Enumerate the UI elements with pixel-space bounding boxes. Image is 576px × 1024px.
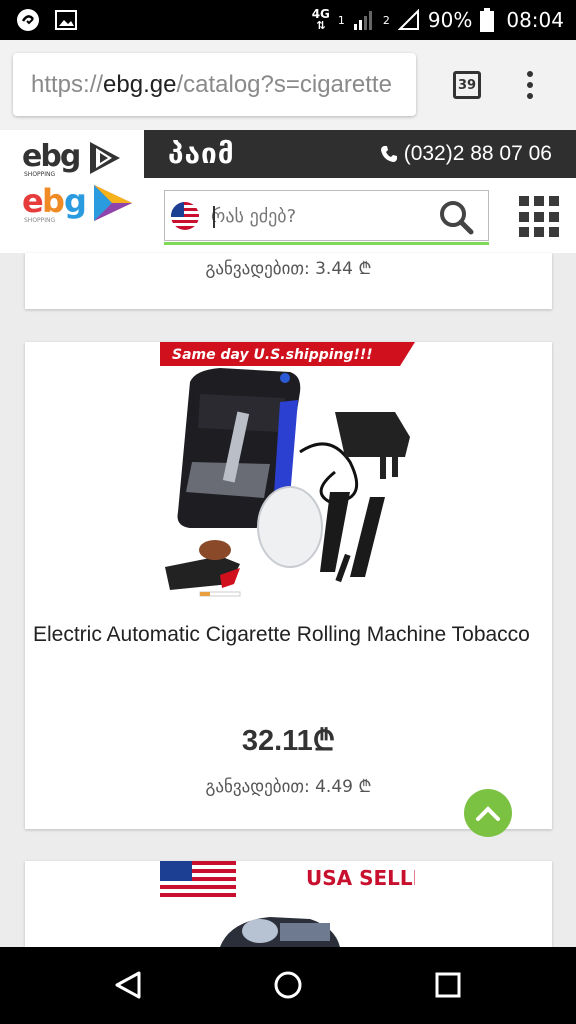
search-underline: [164, 242, 489, 245]
us-flag-icon[interactable]: [171, 202, 199, 230]
installment-price: განვადებით: 3.44 ₾: [205, 259, 372, 279]
back-triangle-icon: [115, 971, 141, 999]
phone-number: (032)2 88 07 06: [403, 142, 552, 165]
gallery-icon: [54, 8, 78, 32]
url-path: /catalog?s=cigarette: [176, 70, 392, 98]
battery-percent: 90%: [427, 8, 473, 32]
tab-switcher-button[interactable]: 39: [453, 71, 481, 99]
scroll-to-top-button[interactable]: [464, 789, 512, 837]
phone-link[interactable]: (032)2 88 07 06: [380, 142, 552, 166]
product-card[interactable]: USA SELLER: [25, 861, 552, 947]
menu-dot: [527, 93, 533, 99]
url-host: ebg.ge: [103, 70, 177, 98]
sync-app-icon: [16, 8, 40, 32]
signal-icon: [353, 11, 372, 30]
svg-text:SHOPPING: SHOPPING: [24, 171, 56, 178]
site-header: ebg SHOPPING e b g SHOPPING პაიმ (032)2 …: [0, 130, 576, 253]
home-circle-icon: [274, 971, 302, 999]
categories-grid-icon[interactable]: [519, 196, 561, 238]
svg-text:e: e: [22, 182, 43, 220]
back-button[interactable]: [110, 967, 146, 1003]
clock: 08:04: [506, 8, 564, 32]
svg-text:ebg: ebg: [22, 139, 79, 174]
menu-dot: [527, 82, 533, 88]
svg-text:SHOPPING: SHOPPING: [24, 217, 56, 224]
android-nav-bar: [0, 947, 576, 1024]
sim2-label: 2: [382, 13, 390, 27]
recents-button[interactable]: [430, 967, 466, 1003]
search-icon[interactable]: [438, 199, 474, 235]
menu-dot: [527, 71, 533, 77]
network-type-indicator: 4G ⇅: [311, 7, 330, 32]
product-image[interactable]: USA SELLER: [160, 861, 415, 947]
text-caret: [213, 206, 215, 228]
battery-icon: [480, 8, 495, 32]
ebg-logo-dark[interactable]: ebg SHOPPING: [22, 138, 132, 178]
product-price: 32.11₾: [241, 725, 336, 757]
product-title[interactable]: Electric Automatic Cigarette Rolling Mac…: [25, 623, 552, 647]
home-button[interactable]: [270, 967, 306, 1003]
banner-text: Same day U.S.shipping!!!: [172, 347, 373, 363]
usa-seller-text: USA SELLER: [306, 866, 415, 890]
recents-square-icon: [435, 972, 461, 998]
sim1-label: 1: [337, 13, 345, 27]
browser-menu-button[interactable]: [520, 68, 540, 102]
product-card[interactable]: Same day U.S.shipping!!! Electric Automa…: [25, 342, 552, 829]
status-bar: 4G ⇅ 1 2 90% 08:04: [0, 0, 576, 40]
search-input[interactable]: [211, 197, 431, 235]
product-image[interactable]: Same day U.S.shipping!!!: [160, 342, 415, 602]
chevron-up-icon: [476, 806, 500, 821]
url-bar[interactable]: https://ebg.ge/catalog?s=cigarette: [13, 53, 416, 116]
brand-label[interactable]: პაიმ: [168, 137, 235, 170]
header-dark-bar: პაიმ (032)2 88 07 06: [144, 130, 576, 178]
search-box: [164, 190, 489, 245]
url-scheme: https://: [31, 70, 104, 98]
svg-text:g: g: [64, 182, 85, 220]
phone-icon: [380, 146, 397, 162]
svg-text:b: b: [42, 182, 64, 220]
browser-toolbar: https://ebg.ge/catalog?s=cigarette 39: [0, 40, 576, 130]
signal-empty-icon: [397, 9, 419, 30]
ebg-logo-color[interactable]: e b g SHOPPING: [22, 182, 137, 224]
product-card[interactable]: განვადებით: 3.44 ₾: [25, 253, 552, 309]
